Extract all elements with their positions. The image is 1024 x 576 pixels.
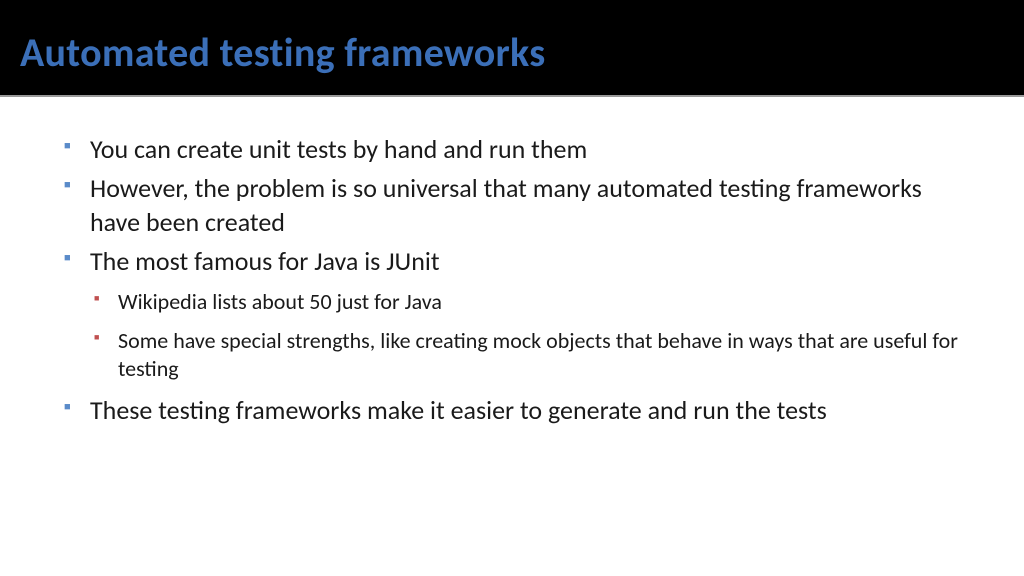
list-item: The most famous for Java is JUnit Wikipe… [60, 245, 964, 384]
bullet-list: You can create unit tests by hand and ru… [60, 133, 964, 427]
list-item: Wikipedia lists about 50 just for Java [90, 288, 964, 317]
list-item: These testing frameworks make it easier … [60, 394, 964, 427]
bullet-text: Wikipedia lists about 50 just for Java [118, 288, 442, 315]
slide-content: You can create unit tests by hand and ru… [0, 97, 1024, 453]
slide-header: Automated testing frameworks [0, 0, 1024, 97]
list-item: You can create unit tests by hand and ru… [60, 133, 964, 166]
slide-title: Automated testing frameworks [20, 28, 1004, 77]
bullet-text: You can create unit tests by hand and ru… [90, 133, 587, 165]
bullet-text: Some have special strengths, like creati… [118, 327, 958, 383]
list-item: However, the problem is so universal tha… [60, 172, 964, 239]
sub-bullet-list: Wikipedia lists about 50 just for Java S… [90, 288, 964, 384]
bullet-text: However, the problem is so universal tha… [90, 172, 922, 237]
list-item: Some have special strengths, like creati… [90, 327, 964, 384]
bullet-text: The most famous for Java is JUnit [90, 245, 440, 277]
bullet-text: These testing frameworks make it easier … [90, 394, 827, 426]
